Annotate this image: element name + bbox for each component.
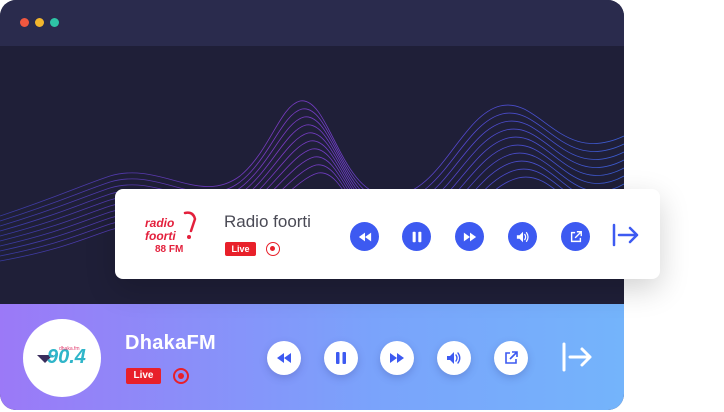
minimize-dot[interactable] (35, 18, 44, 27)
station-name: Radio foorti (224, 212, 311, 231)
record-icon[interactable] (173, 368, 189, 384)
rewind-button[interactable] (350, 222, 379, 251)
bottom-player-bar: 90.4 dhaka.fm DhakaFM Live (0, 304, 624, 410)
volume-button[interactable] (508, 222, 537, 251)
external-link-button[interactable] (561, 222, 590, 251)
volume-button[interactable] (437, 341, 471, 375)
live-badge: Live (126, 368, 161, 384)
volume-icon (447, 352, 461, 364)
maximize-dot[interactable] (50, 18, 59, 27)
rewind-button[interactable] (267, 341, 301, 375)
close-dot[interactable] (20, 18, 29, 27)
fast-forward-button[interactable] (455, 222, 484, 251)
station-name: DhakaFM (125, 332, 217, 354)
fast-forward-button[interactable] (380, 341, 414, 375)
svg-text:foorti: foorti (145, 229, 176, 243)
fast-forward-icon (463, 232, 476, 241)
title-bar (0, 0, 624, 46)
rewind-icon (277, 353, 291, 363)
radio-card-player: radio foorti 88 FM Radio foorti Live (115, 189, 660, 279)
fast-forward-icon (390, 353, 404, 363)
svg-text:dhaka.fm: dhaka.fm (59, 346, 80, 352)
live-badge: Live (225, 242, 256, 256)
external-link-button[interactable] (494, 341, 528, 375)
record-icon[interactable] (266, 242, 280, 256)
radio-foorti-logo: radio foorti 88 FM (143, 207, 203, 261)
svg-text:88 FM: 88 FM (155, 244, 183, 255)
exit-icon[interactable] (562, 342, 594, 372)
svg-text:radio: radio (145, 216, 174, 230)
volume-icon (516, 231, 529, 242)
exit-icon[interactable] (612, 223, 640, 247)
pause-button[interactable] (402, 222, 431, 251)
pause-icon (336, 352, 346, 364)
external-link-icon (570, 230, 582, 242)
external-link-icon (505, 351, 518, 364)
pause-button[interactable] (324, 341, 358, 375)
dhakafm-logo: 90.4 dhaka.fm (23, 319, 101, 397)
rewind-icon (358, 232, 371, 241)
pause-icon (412, 231, 421, 242)
